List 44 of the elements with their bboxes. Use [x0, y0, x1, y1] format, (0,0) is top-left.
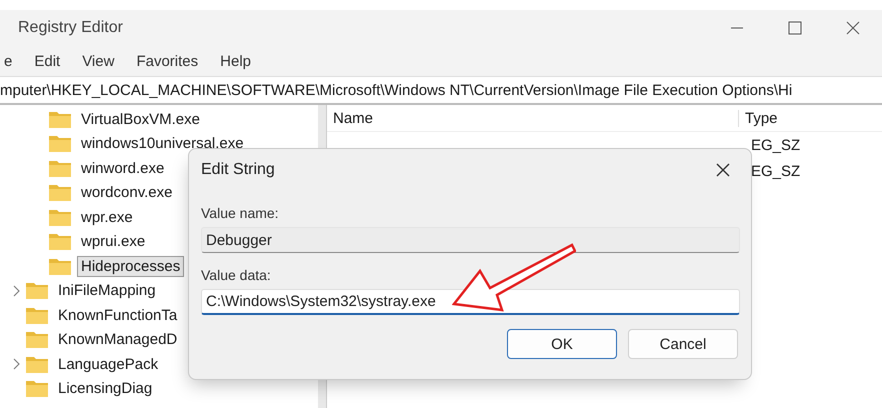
menu-item[interactable]: e	[2, 52, 14, 70]
folder-icon	[26, 282, 48, 300]
menu-item[interactable]: Help	[218, 52, 253, 70]
tree-item[interactable]: wprui.exe	[77, 231, 150, 252]
tree-item[interactable]: VirtualBoxVM.exe	[77, 108, 204, 130]
window-title: Registry Editor	[18, 19, 124, 37]
menu-item[interactable]: Favorites	[134, 52, 200, 70]
chevron-icon[interactable]	[13, 284, 21, 297]
folder-icon	[49, 160, 71, 177]
close-icon[interactable]	[716, 163, 730, 177]
tree-item[interactable]: KnownFunctionTa	[54, 304, 182, 326]
tree-item[interactable]: IniFileMapping	[54, 280, 160, 302]
folder-icon	[49, 135, 71, 152]
folder-icon	[26, 356, 48, 373]
folder-icon	[49, 208, 71, 226]
folder-icon	[49, 110, 71, 128]
menu-item[interactable]: Edit	[32, 52, 62, 70]
tree-item[interactable]: LicensingDiag	[54, 378, 156, 400]
folder-icon	[26, 331, 48, 348]
dialog-title: Edit String	[201, 161, 275, 179]
column-header[interactable]: Type	[739, 110, 778, 126]
tree-item[interactable]: wordconv.exe	[77, 182, 176, 204]
tree-item[interactable]: KnownManagedD	[54, 329, 182, 350]
table-cell: EG_SZ	[751, 162, 800, 180]
tree-item[interactable]: winword.exe	[77, 158, 168, 179]
dialog-button[interactable]: Cancel	[628, 329, 738, 359]
field-label: Value data:	[201, 267, 272, 283]
field-label: Value name:	[201, 205, 280, 221]
folder-icon	[49, 258, 71, 275]
chevron-icon[interactable]	[13, 358, 21, 370]
folder-icon	[49, 184, 71, 202]
tree-item[interactable]: windows10universal.exe	[77, 133, 248, 154]
tree-item[interactable]: Hideprocesses	[77, 256, 184, 277]
tree-item[interactable]: wpr.exe	[77, 206, 137, 228]
folder-icon	[26, 306, 48, 324]
address-bar[interactable]: mputer\HKEY_LOCAL_MACHINE\SOFTWARE\Microsoft\Windows NT\CurrentVersion\Image File Execution Options\Hi	[0, 82, 792, 98]
table-cell: EG_SZ	[751, 136, 800, 154]
menu-item[interactable]: View	[80, 52, 116, 70]
dialog-button[interactable]: OK	[507, 329, 617, 359]
input-field[interactable]: C:\Windows\System32\systray.exe	[201, 289, 740, 315]
tree-item[interactable]: LanguagePack	[54, 354, 162, 375]
folder-icon	[26, 380, 48, 398]
column-header[interactable]: Name	[327, 110, 739, 126]
folder-icon	[49, 233, 71, 250]
